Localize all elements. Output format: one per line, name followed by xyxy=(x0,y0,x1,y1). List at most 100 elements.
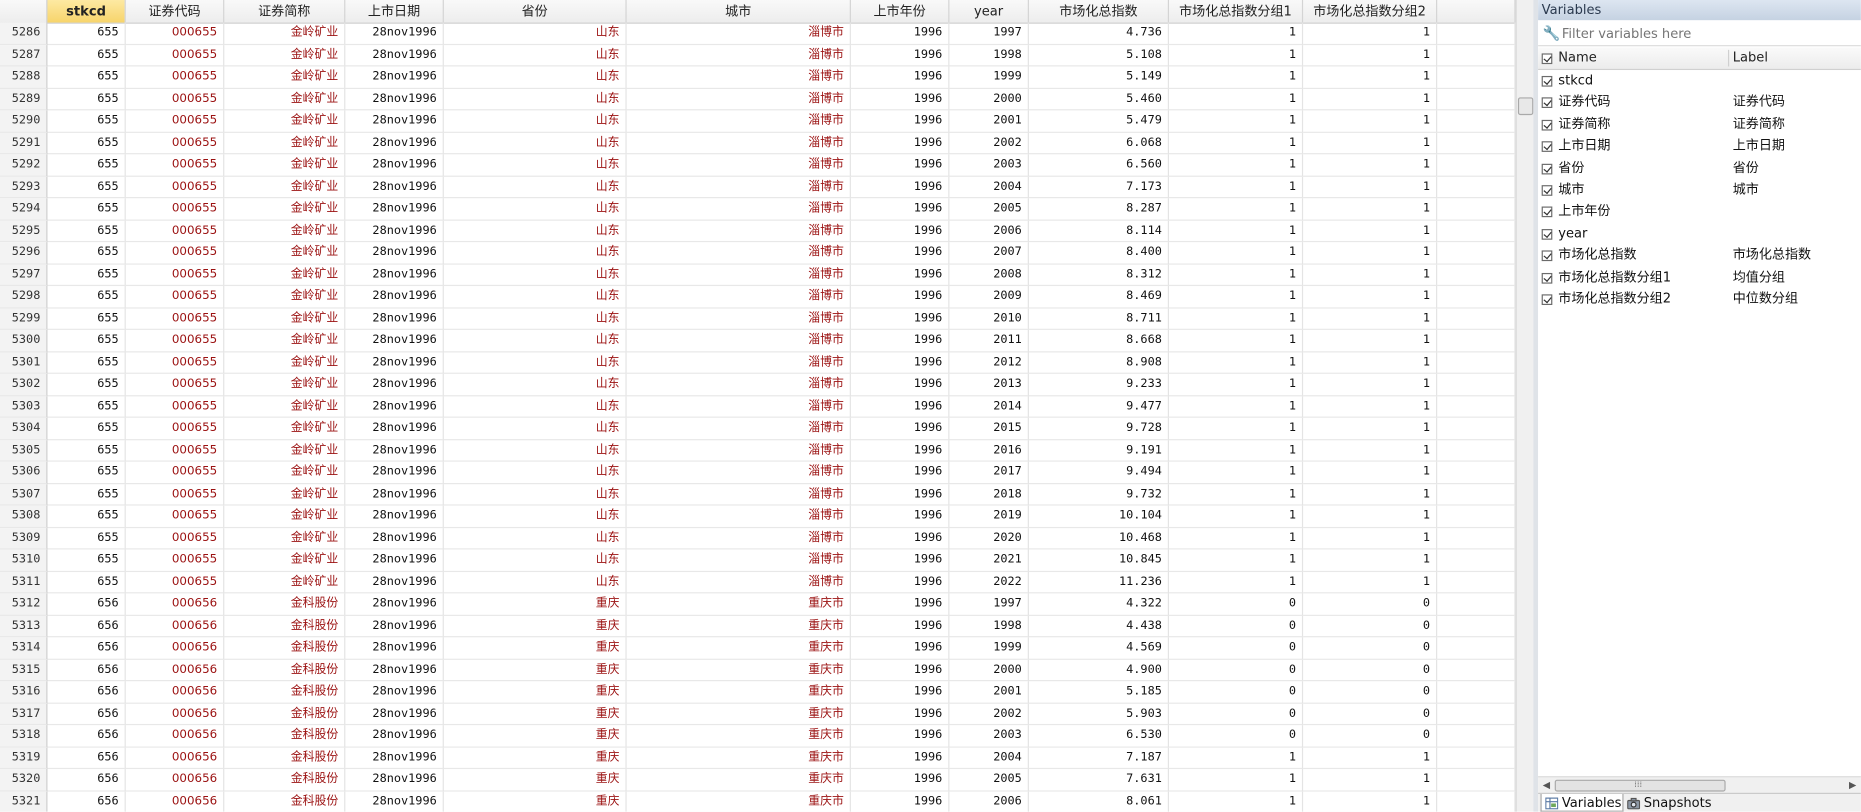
table-cell[interactable]: 1 xyxy=(1168,88,1304,111)
table-cell[interactable]: 8.287 xyxy=(1028,198,1169,221)
table-cell[interactable]: 1 xyxy=(1168,373,1304,396)
column-header[interactable]: 市场化总指数分组2 xyxy=(1303,0,1438,23)
table-cell[interactable]: 0 xyxy=(1303,593,1438,616)
table-cell[interactable]: 9.191 xyxy=(1028,439,1169,462)
table-cell[interactable]: 金科股份 xyxy=(224,769,346,792)
table-cell[interactable]: 2018 xyxy=(949,483,1029,506)
table-cell[interactable]: 655 xyxy=(47,88,126,111)
table-cell[interactable]: 28nov1996 xyxy=(345,615,444,638)
table-cell[interactable]: 1996 xyxy=(850,329,950,352)
table-cell[interactable]: 655 xyxy=(47,439,126,462)
table-cell[interactable]: 金岭矿业 xyxy=(224,461,346,484)
table-cell[interactable]: 金岭矿业 xyxy=(224,417,346,440)
table-cell[interactable]: 1996 xyxy=(850,264,950,287)
table-cell[interactable]: 重庆市 xyxy=(626,747,851,770)
table-cell[interactable]: 1 xyxy=(1168,154,1304,177)
table-row[interactable]: 5319 656 000656 金科股份 28nov1996 重庆 重庆市 1996 2004 7… xyxy=(0,747,1516,770)
table-cell[interactable]: 000655 xyxy=(125,110,225,133)
table-cell[interactable]: 1 xyxy=(1303,307,1438,330)
table-cell[interactable]: 1 xyxy=(1168,66,1304,89)
table-cell[interactable]: 000655 xyxy=(125,461,225,484)
table-cell[interactable]: 2001 xyxy=(949,681,1029,704)
table-cell[interactable]: 重庆市 xyxy=(626,659,851,682)
table-cell[interactable]: 000655 xyxy=(125,286,225,308)
table-cell[interactable]: 山东 xyxy=(443,483,627,506)
table-cell[interactable]: 000655 xyxy=(125,264,225,287)
table-cell[interactable]: 0 xyxy=(1303,703,1438,726)
table-cell[interactable]: 2005 xyxy=(949,198,1029,221)
table-cell[interactable]: 000656 xyxy=(125,769,225,792)
table-row[interactable]: 5291 655 000655 金岭矿业 28nov1996 山东 淄博市 1996 2002 6… xyxy=(0,132,1516,155)
table-cell[interactable]: 1996 xyxy=(850,220,950,243)
table-cell[interactable]: 1 xyxy=(1303,286,1438,308)
table-cell[interactable]: 1 xyxy=(1303,439,1438,462)
table-row[interactable]: 5318 656 000656 金科股份 28nov1996 重庆 重庆市 1996 2003 6… xyxy=(0,725,1516,748)
table-cell[interactable]: 656 xyxy=(47,747,126,770)
table-cell[interactable]: 重庆市 xyxy=(626,769,851,792)
table-cell[interactable]: 金岭矿业 xyxy=(224,22,346,45)
table-cell[interactable]: 2019 xyxy=(949,505,1029,528)
table-cell[interactable]: 000655 xyxy=(125,307,225,330)
table-row[interactable]: 5304 655 000655 金岭矿业 28nov1996 山东 淄博市 1996 2015 9… xyxy=(0,417,1516,440)
table-cell[interactable]: 1996 xyxy=(850,681,950,704)
table-cell[interactable]: 1 xyxy=(1168,747,1304,770)
table-cell[interactable]: 山东 xyxy=(443,373,627,396)
table-cell[interactable]: 金岭矿业 xyxy=(224,66,346,89)
table-cell[interactable]: 1 xyxy=(1168,439,1304,462)
table-cell[interactable]: 1 xyxy=(1168,505,1304,528)
table-cell[interactable]: 1996 xyxy=(850,769,950,792)
table-row[interactable]: 5295 655 000655 金岭矿业 28nov1996 山东 淄博市 1996 2006 8… xyxy=(0,220,1516,243)
table-cell[interactable]: 8.061 xyxy=(1029,791,1169,812)
table-cell[interactable]: 1996 xyxy=(850,659,950,682)
table-cell[interactable]: 1 xyxy=(1168,571,1304,594)
table-cell[interactable]: 000656 xyxy=(126,791,225,812)
table-row[interactable]: 5293 655 000655 金岭矿业 28nov1996 山东 淄博市 1996 2004 7… xyxy=(0,176,1516,199)
table-row[interactable]: 5303 655 000655 金岭矿业 28nov1996 山东 淄博市 1996 2014 9… xyxy=(0,395,1516,418)
table-cell[interactable]: 10.104 xyxy=(1028,505,1169,528)
table-cell[interactable]: 淄博市 xyxy=(626,417,851,440)
table-cell[interactable]: 1996 xyxy=(850,395,950,418)
table-cell[interactable]: 1 xyxy=(1303,461,1438,484)
table-cell[interactable]: 28nov1996 xyxy=(345,483,444,506)
table-cell[interactable]: 重庆市 xyxy=(626,681,851,704)
column-header[interactable]: 证券代码 xyxy=(126,0,225,23)
table-cell[interactable]: 金岭矿业 xyxy=(224,439,346,462)
table-cell[interactable]: 656 xyxy=(47,593,126,616)
table-row[interactable]: 5321 656 000656 金科股份 28nov1996 重庆 重庆市 1996 2006 8… xyxy=(0,791,1516,812)
table-cell[interactable]: 淄博市 xyxy=(626,242,851,265)
table-cell[interactable]: 淄博市 xyxy=(626,329,851,352)
table-cell[interactable]: 8.711 xyxy=(1028,307,1169,330)
table-cell[interactable]: 2008 xyxy=(949,264,1029,287)
table-cell[interactable]: 000655 xyxy=(125,571,225,594)
table-cell[interactable]: 2016 xyxy=(949,439,1029,462)
table-cell[interactable]: 山东 xyxy=(443,307,627,330)
table-cell[interactable]: 1 xyxy=(1303,154,1438,177)
table-cell[interactable]: 淄博市 xyxy=(626,571,851,594)
table-cell[interactable]: 1996 xyxy=(850,132,950,155)
table-cell[interactable]: 0 xyxy=(1168,659,1304,682)
table-row[interactable]: 5299 655 000655 金岭矿业 28nov1996 山东 淄博市 1996 2010 8… xyxy=(0,307,1516,330)
table-cell[interactable]: 1 xyxy=(1168,461,1304,484)
table-cell[interactable]: 655 xyxy=(47,132,126,155)
table-cell[interactable]: 1 xyxy=(1303,571,1438,594)
scroll-left-arrow-icon[interactable]: ◀ xyxy=(1539,777,1553,792)
table-row[interactable]: 5296 655 000655 金岭矿业 28nov1996 山东 淄博市 1996 2007 8… xyxy=(0,242,1516,265)
table-cell[interactable]: 山东 xyxy=(443,417,627,440)
table-cell[interactable]: 1996 xyxy=(850,351,950,374)
table-cell[interactable]: 1996 xyxy=(850,242,950,265)
table-cell[interactable]: 金科股份 xyxy=(224,681,346,704)
table-cell[interactable]: 1 xyxy=(1168,176,1304,199)
table-row[interactable]: 5306 655 000655 金岭矿业 28nov1996 山东 淄博市 1996 2017 9… xyxy=(0,461,1516,484)
table-cell[interactable]: 2013 xyxy=(949,373,1029,396)
table-cell[interactable]: 重庆 xyxy=(443,681,627,704)
table-cell[interactable]: 0 xyxy=(1168,637,1304,660)
table-cell[interactable]: 2012 xyxy=(949,351,1029,374)
table-cell[interactable]: 淄博市 xyxy=(626,132,851,155)
table-cell[interactable]: 656 xyxy=(47,703,126,726)
table-cell[interactable]: 山东 xyxy=(443,264,627,287)
table-cell[interactable]: 28nov1996 xyxy=(345,571,444,594)
table-cell[interactable]: 金岭矿业 xyxy=(224,220,346,243)
table-cell[interactable]: 金科股份 xyxy=(224,791,346,812)
table-cell[interactable]: 655 xyxy=(47,176,126,199)
variable-visibility-checkbox[interactable] xyxy=(1541,250,1553,262)
